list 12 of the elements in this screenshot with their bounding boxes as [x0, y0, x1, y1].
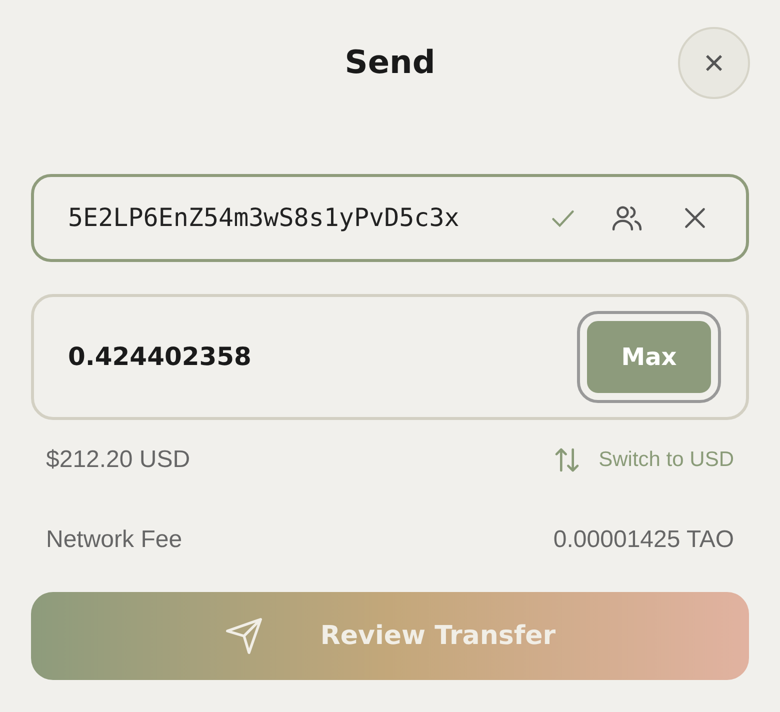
send-icon	[224, 616, 264, 656]
fee-value: 0.00001425 TAO	[553, 525, 734, 555]
address-field[interactable]: 5E2LP6EnZ54m3wS8s1yPvD5c3x	[31, 174, 749, 262]
swap-icon	[552, 446, 581, 474]
amount-field[interactable]: 0.424402358 Max	[31, 294, 749, 420]
clear-icon[interactable]	[684, 207, 706, 229]
usd-value: $212.20 USD	[46, 445, 190, 475]
address-text: 5E2LP6EnZ54m3wS8s1yPvD5c3x	[68, 203, 460, 232]
amount-text: 0.424402358	[68, 342, 252, 372]
title: Send	[344, 42, 436, 82]
close-button[interactable]: ×	[678, 27, 750, 99]
fee-label: Network Fee	[46, 525, 182, 555]
